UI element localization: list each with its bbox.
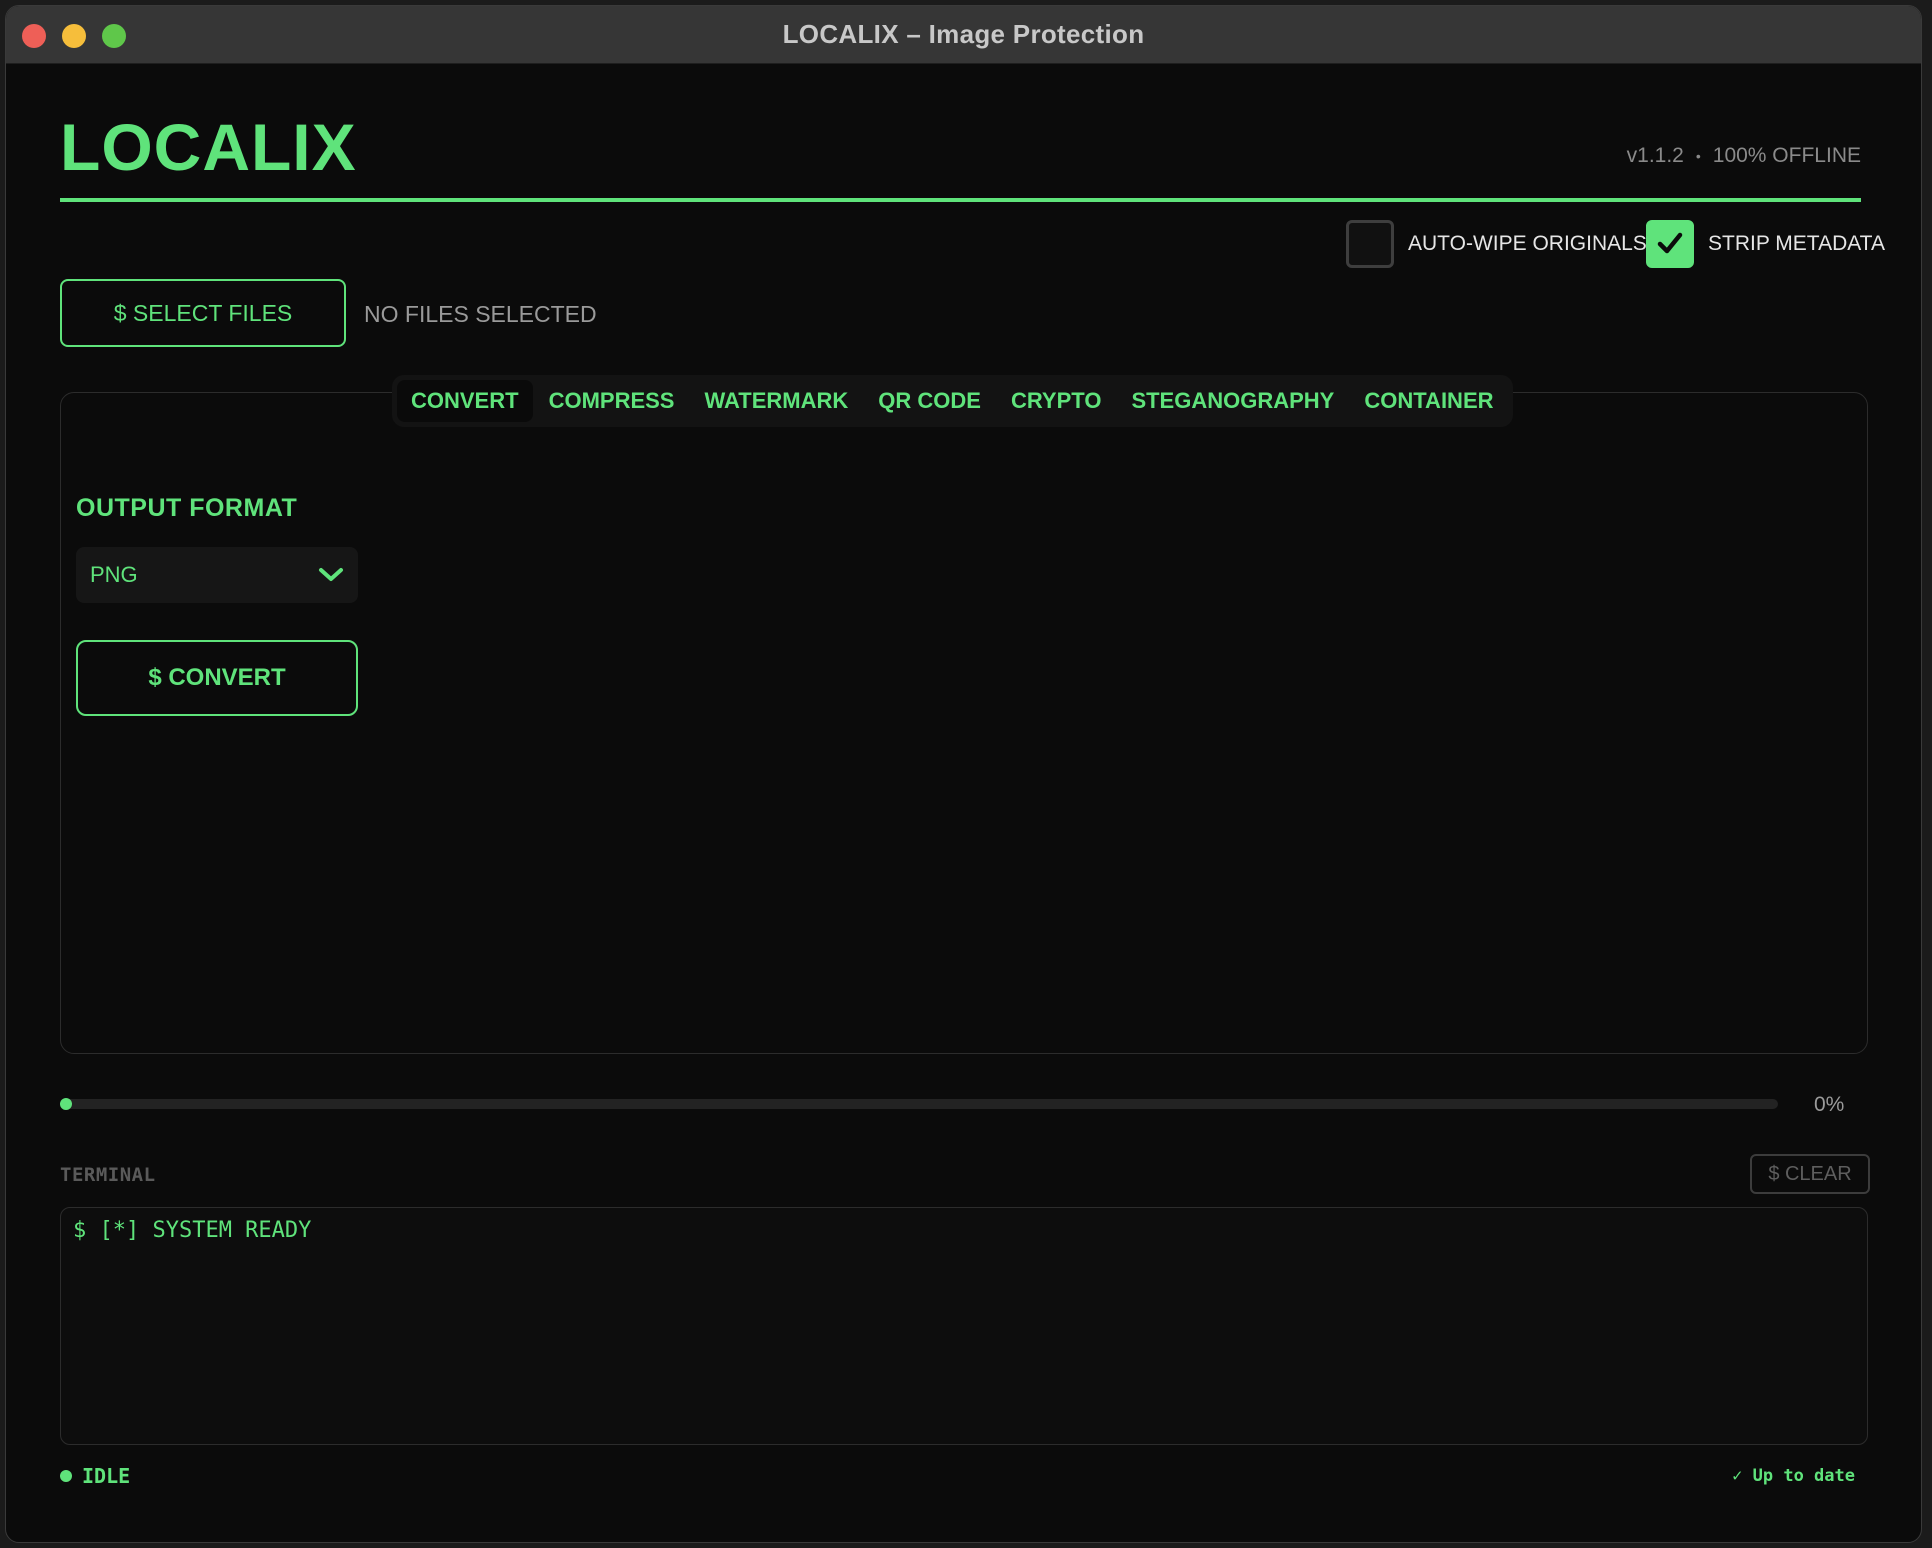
auto-wipe-label: AUTO-WIPE ORIGINALS [1408,232,1647,255]
checkmark-icon [1657,232,1683,254]
tab-compress[interactable]: COMPRESS [535,380,689,422]
progress-bar [60,1098,1778,1110]
zoom-window-button[interactable] [102,24,126,48]
tool-tabs: CONVERT COMPRESS WATERMARK QR CODE CRYPT… [392,375,1513,427]
chevron-down-icon [319,568,343,581]
output-format-select[interactable]: PNG [76,547,358,603]
version-separator: • [1695,148,1701,164]
convert-button[interactable]: $ CONVERT [76,640,358,716]
tab-watermark[interactable]: WATERMARK [690,380,862,422]
progress-percent: 0% [1814,1093,1845,1116]
file-selection-status: NO FILES SELECTED [364,301,597,327]
progress-fill [60,1098,72,1110]
status-indicator: IDLE [60,1464,130,1488]
terminal-output: $ [*] SYSTEM READY [60,1207,1868,1445]
window-title: LOCALIX – Image Protection [782,19,1145,49]
tab-container[interactable]: CONTAINER [1350,380,1507,422]
strip-metadata-checkbox[interactable] [1646,220,1694,268]
strip-metadata-label: STRIP METADATA [1708,232,1885,255]
app-window: LOCALIX – Image Protection LOCALIX v1.1.… [5,5,1922,1543]
status-dot-icon [60,1470,72,1482]
app-logo: LOCALIX [60,110,357,184]
offline-label: 100% OFFLINE [1712,144,1861,167]
close-window-button[interactable] [22,24,46,48]
select-files-button[interactable]: $ SELECT FILES [60,279,346,347]
terminal-line: $ [*] SYSTEM READY [73,1218,312,1243]
tab-steganography[interactable]: STEGANOGRAPHY [1117,380,1348,422]
minimize-window-button[interactable] [62,24,86,48]
title-bar: LOCALIX – Image Protection [6,6,1921,64]
output-format-value: PNG [90,562,138,587]
clear-terminal-button[interactable]: $ CLEAR [1750,1154,1870,1194]
version-info: v1.1.2 • 100% OFFLINE [1627,144,1861,168]
tab-convert[interactable]: CONVERT [397,380,533,422]
update-status: ✓ Up to date [1732,1466,1855,1486]
auto-wipe-checkbox[interactable] [1346,220,1394,268]
tool-panel [60,392,1868,1054]
tab-crypto[interactable]: CRYPTO [997,380,1115,422]
main-content: LOCALIX v1.1.2 • 100% OFFLINE AUTO-WIPE … [6,64,1921,1542]
tab-qr-code[interactable]: QR CODE [864,380,995,422]
version-number: v1.1.2 [1626,144,1684,167]
auto-wipe-option[interactable]: AUTO-WIPE ORIGINALS [1346,220,1647,268]
header-divider [60,198,1861,202]
output-format-label: OUTPUT FORMAT [76,494,298,522]
strip-metadata-option[interactable]: STRIP METADATA [1646,220,1885,268]
terminal-label: TERMINAL [60,1164,156,1186]
status-text: IDLE [82,1464,131,1488]
